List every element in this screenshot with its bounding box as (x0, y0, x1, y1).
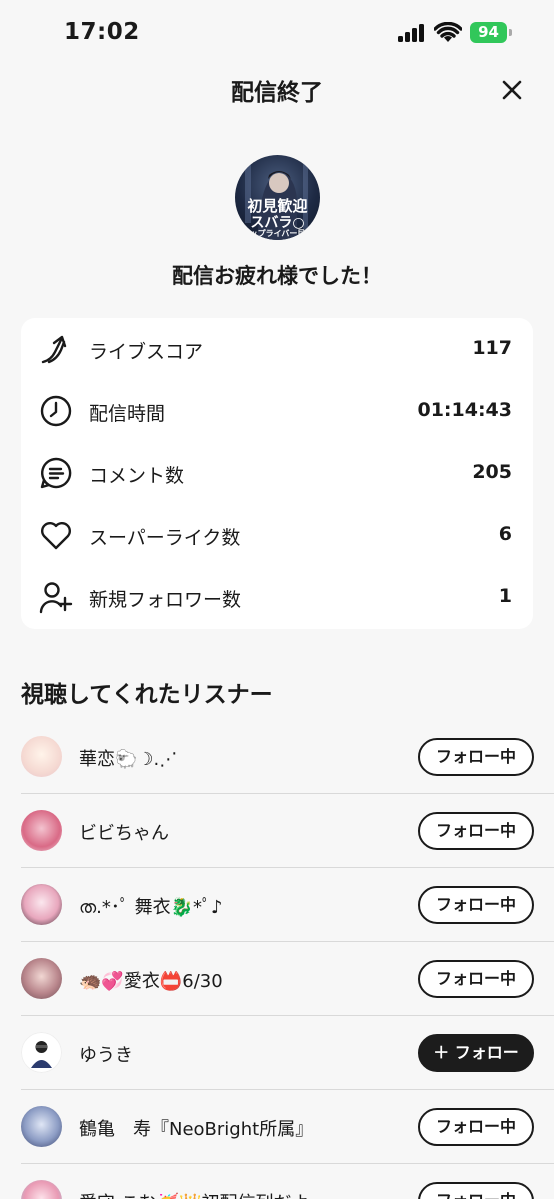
stat-label: コメント数 (89, 465, 185, 487)
listener-name: 華恋🐑☽.⋰ (79, 749, 178, 770)
follow-button[interactable]: ＋ フォロー (418, 1034, 534, 1072)
arrow-up-icon (41, 335, 67, 364)
stat-row-live-score: ライブスコア 117 (21, 318, 533, 380)
listeners-section-title: 視聴してくれたリスナー (21, 682, 273, 708)
avatar[interactable] (21, 1106, 62, 1147)
following-button[interactable]: フォロー中 (418, 1182, 534, 1199)
stat-row-comments: コメント数 205 (21, 442, 533, 504)
list-item[interactable]: ビビちゃん フォロー中 (0, 794, 554, 868)
avatar[interactable] (21, 884, 62, 925)
listener-name: ത.*･ﾟ 舞衣🐉*ﾟ♪ (79, 897, 223, 918)
clock-icon (40, 395, 72, 427)
list-item[interactable]: ത.*･ﾟ 舞衣🐉*ﾟ♪ フォロー中 (0, 868, 554, 942)
list-item[interactable]: 鶴亀 寿『NeoBright所属』 フォロー中 (0, 1090, 554, 1164)
close-icon[interactable] (498, 76, 526, 104)
page-title: 配信終了 (231, 80, 323, 106)
stat-value: 205 (472, 461, 512, 483)
stat-label: ライブスコア (89, 341, 204, 363)
listener-name: ゆうき (79, 1045, 133, 1066)
avatar[interactable] (21, 1032, 62, 1073)
stat-row-superlikes: スーパーライク数 6 (21, 504, 533, 566)
avatar-text-3: トップライバー目指 (241, 228, 314, 238)
heart-icon (41, 522, 71, 550)
listener-name: 鶴亀 寿『NeoBright所属』 (79, 1119, 314, 1140)
wifi-icon (434, 22, 462, 42)
stat-value: 6 (498, 523, 512, 545)
listener-name: 愛守 こむ🥳👑初配信列だよ (79, 1189, 310, 1199)
following-button[interactable]: フォロー中 (418, 960, 534, 998)
list-item[interactable]: 愛守 こむ🥳👑初配信列だよ フォロー中 (0, 1164, 554, 1199)
stat-row-duration: 配信時間 01:14:43 (21, 380, 533, 442)
status-time: 17:02 (64, 19, 140, 45)
stat-value: 1 (498, 585, 512, 607)
avatar[interactable] (21, 958, 62, 999)
stat-value: 01:14:43 (417, 399, 512, 421)
add-user-icon (39, 582, 73, 614)
avatar[interactable] (21, 810, 62, 851)
following-button[interactable]: フォロー中 (418, 886, 534, 924)
following-button[interactable]: フォロー中 (418, 1108, 534, 1146)
stat-label: 新規フォロワー数 (89, 589, 242, 611)
cellular-signal-icon (398, 24, 428, 42)
status-bar: 17:02 94 (0, 0, 554, 62)
battery-level: 94 (470, 22, 507, 43)
list-item[interactable]: 🦔💞愛衣📛6/30 フォロー中 (0, 942, 554, 1016)
listener-name: ビビちゃん (79, 823, 169, 844)
streamer-avatar: 初見歓迎 スバラ○ トップライバー目指 (235, 155, 320, 240)
thanks-message: 配信お疲れ様でした！ (172, 264, 382, 288)
battery-icon: 94 (470, 22, 512, 43)
stat-label: スーパーライク数 (89, 527, 241, 549)
avatar[interactable] (21, 1180, 62, 1199)
list-item[interactable]: 華恋🐑☽.⋰ フォロー中 (0, 720, 554, 794)
stat-row-new-followers: 新規フォロワー数 1 (21, 566, 533, 628)
listener-name: 🦔💞愛衣📛6/30 (79, 971, 223, 992)
list-item[interactable]: ゆうき ＋ フォロー (0, 1016, 554, 1090)
following-button[interactable]: フォロー中 (418, 738, 534, 776)
avatar[interactable] (21, 736, 62, 777)
stats-card: ライブスコア 117 配信時間 01:14:43 コメント数 205 スーパーラ… (21, 318, 533, 629)
following-button[interactable]: フォロー中 (418, 812, 534, 850)
stat-label: 配信時間 (89, 403, 166, 425)
comment-icon (40, 457, 72, 489)
stat-value: 117 (472, 337, 512, 359)
